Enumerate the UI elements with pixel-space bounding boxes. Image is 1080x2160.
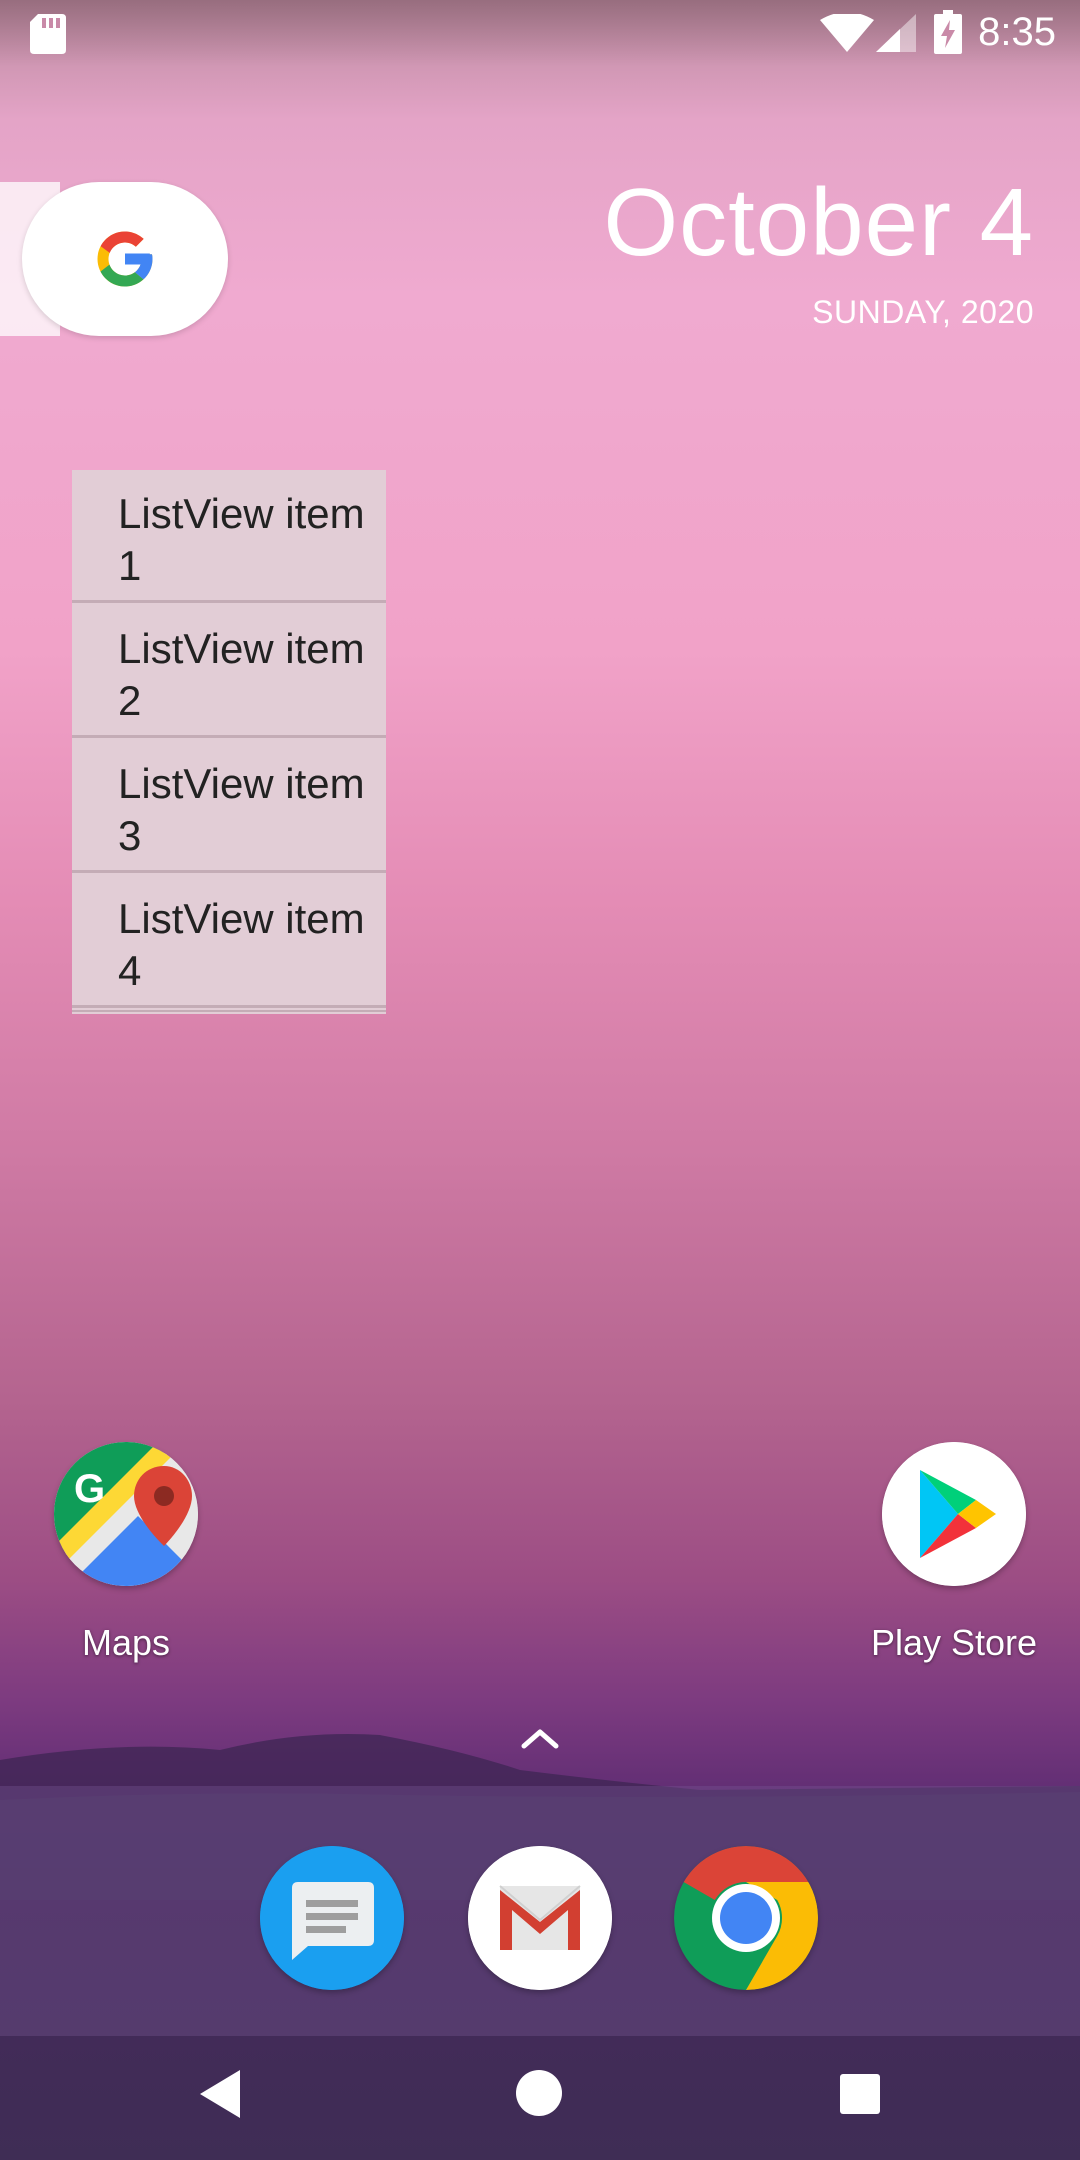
maps-label: Maps [81,1622,171,1663]
list-item[interactable]: ListView item 3 [72,740,386,873]
gmail-app-icon[interactable] [468,1846,612,1990]
messages-app-icon[interactable] [260,1846,404,1990]
google-search-button[interactable] [22,182,228,336]
maps-app-icon[interactable]: G [54,1442,198,1586]
chrome-app-icon[interactable] [674,1846,818,1990]
messages-icon [260,1846,404,1990]
play-store-app-icon[interactable] [882,1442,1026,1586]
date-display[interactable]: October 4 [603,168,1034,278]
back-icon[interactable] [196,2068,244,2120]
svg-text:G: G [74,1467,105,1511]
chevron-up-icon[interactable] [516,1722,564,1752]
google-g-icon [97,231,153,287]
list-item-label: ListView item 2 [118,625,365,724]
maps-icon: G [54,1442,198,1586]
cell-signal-icon [876,14,916,52]
status-time: 8:35 [978,10,1056,54]
battery-charging-icon [934,10,962,54]
sd-card-icon [30,14,66,54]
list-item[interactable]: ListView item 2 [72,605,386,738]
list-item-label: ListView item 3 [118,760,365,859]
play-store-label: Play Store [870,1622,1038,1663]
listview-widget[interactable]: ListView item 1 ListView item 2 ListView… [72,470,386,1014]
home-icon[interactable] [514,2068,564,2118]
list-item[interactable]: ListView item 1 [72,470,386,603]
gmail-icon [468,1846,612,1990]
list-item[interactable]: ListView item 4 [72,875,386,1008]
wifi-icon [820,14,874,52]
list-item-label: ListView item 4 [118,895,365,994]
day-year-display[interactable]: SUNDAY, 2020 [812,294,1034,331]
status-bar [0,0,1080,66]
list-item-label: ListView item 1 [118,490,365,589]
recents-icon[interactable] [838,2072,882,2116]
chrome-icon [674,1846,818,1990]
list-divider [72,1010,386,1016]
play-store-icon [882,1442,1026,1586]
